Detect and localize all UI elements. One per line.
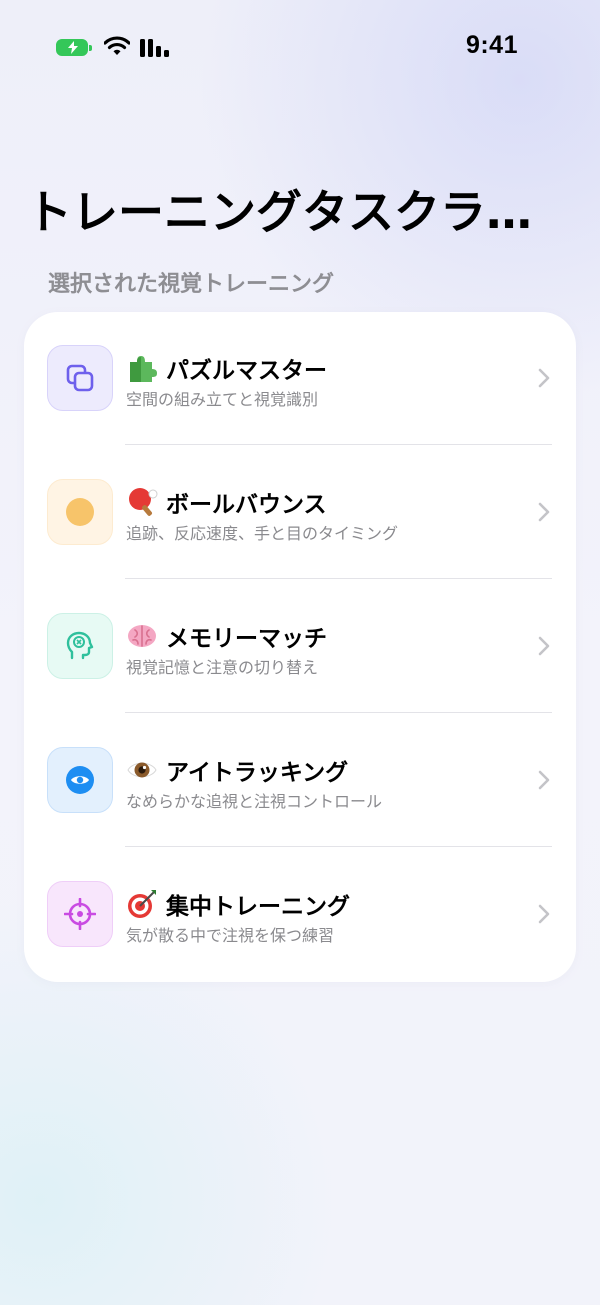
head-brain-icon (47, 613, 113, 679)
eye-emoji-icon (127, 762, 157, 778)
chevron-right-icon (538, 904, 550, 924)
task-subtitle: 空間の組み立てと視覚識別 (126, 390, 319, 409)
task-subtitle: 気が散る中で注視を保つ練習 (126, 926, 335, 945)
task-subtitle: 視覚記憶と注意の切り替え (126, 658, 319, 677)
row-divider (125, 444, 552, 445)
ball-icon (47, 479, 113, 545)
brain-emoji-icon (128, 625, 156, 647)
eye-icon (47, 747, 113, 813)
status-time: 9:41 (465, 31, 518, 59)
task-subtitle: 追跡、反応速度、手と目のタイミング (126, 524, 399, 543)
task-row-puzzle-master[interactable]: パズルマスター 空間の組み立てと視覚識別 (24, 312, 576, 446)
puzzle-piece-emoji-icon (130, 356, 157, 382)
task-row-eye-tracking[interactable]: アイトラッキング なめらかな追視と注視コントロール (24, 714, 576, 848)
task-title: ボールバウンス (166, 492, 327, 518)
chevron-right-icon (538, 770, 550, 790)
task-subtitle: なめらかな追視と注視コントロール (126, 792, 383, 811)
row-divider (125, 846, 552, 847)
task-title: メモリーマッチ (166, 626, 327, 652)
task-title: パズルマスター (166, 358, 327, 384)
battery-charging-icon (56, 39, 92, 56)
chevron-right-icon (538, 636, 550, 656)
page-title: トレーニングタスクラ… (26, 185, 532, 239)
chevron-right-icon (538, 502, 550, 522)
task-row-memory-match[interactable]: メモリーマッチ 視覚記憶と注意の切り替え (24, 580, 576, 714)
cellular-signal-icon (140, 39, 169, 57)
task-title: アイトラッキング (166, 760, 349, 786)
task-row-focus-training[interactable]: 集中トレーニング 気が散る中で注視を保つ練習 (24, 848, 576, 982)
row-divider (125, 712, 552, 713)
row-divider (125, 578, 552, 579)
section-header: 選択された視覚トレーニング (48, 272, 335, 297)
crosshair-icon (47, 881, 113, 947)
ping-pong-emoji-icon (129, 488, 158, 516)
chevron-right-icon (538, 368, 550, 388)
wifi-icon (104, 36, 130, 55)
copy-squares-icon (47, 345, 113, 411)
direct-hit-emoji-icon (128, 890, 156, 918)
task-list-card: パズルマスター 空間の組み立てと視覚識別 ボールバウンス 追跡、反応速度、手と目… (24, 312, 576, 982)
task-row-ball-bounce[interactable]: ボールバウンス 追跡、反応速度、手と目のタイミング (24, 446, 576, 580)
task-title: 集中トレーニング (166, 894, 350, 920)
screen: 9:41 トレーニングタスクラ… 選択された視覚トレーニング パズルマスター 空… (0, 0, 600, 1305)
status-bar: 9:41 (0, 0, 600, 96)
